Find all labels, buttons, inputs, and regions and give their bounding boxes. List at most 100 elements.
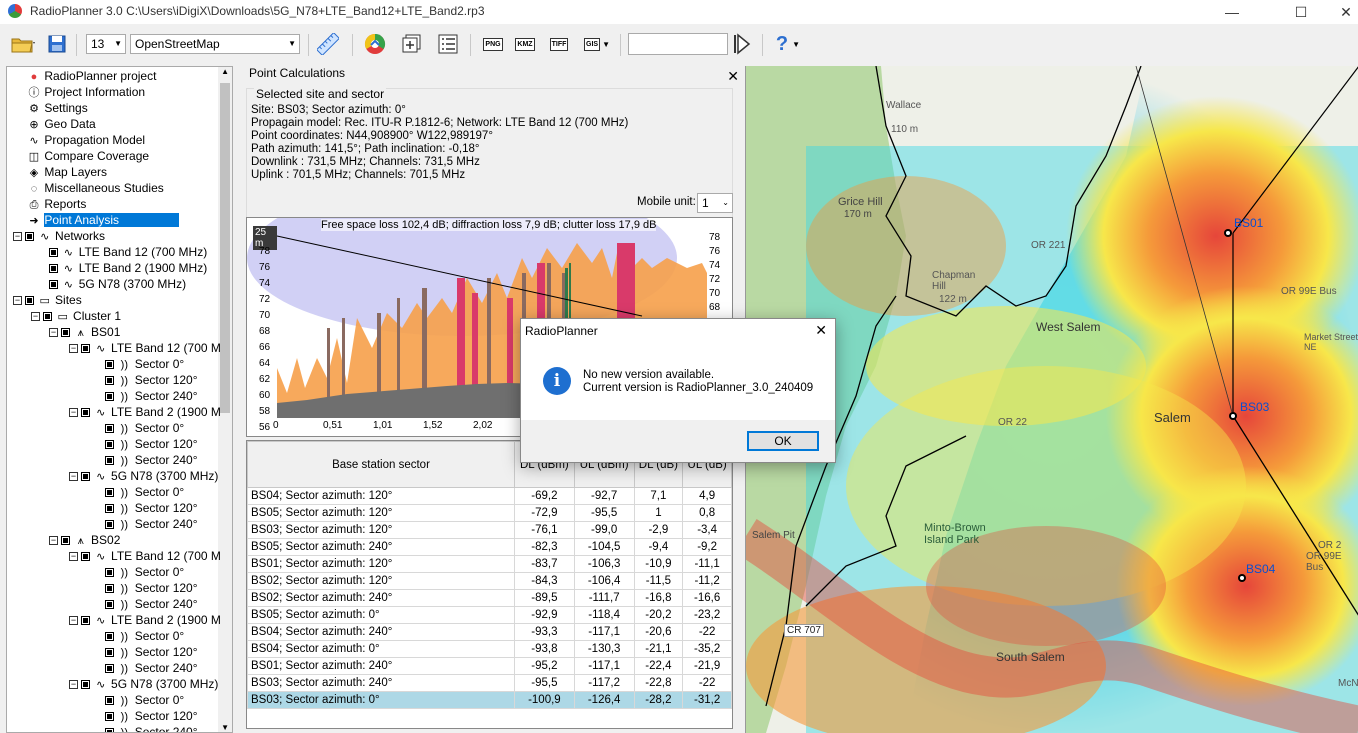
save-button[interactable]: [46, 32, 68, 56]
tree-item-network[interactable]: ∿ LTE Band 12 (700 MHz): [49, 244, 207, 260]
collapse-icon[interactable]: −: [69, 680, 78, 690]
scrollbar-thumb[interactable]: [220, 83, 230, 413]
tree-item-map-layers[interactable]: ◈ Map Layers: [27, 164, 107, 180]
checkbox[interactable]: [81, 408, 91, 418]
site-label-bs01[interactable]: BS01: [1234, 216, 1263, 230]
checkbox[interactable]: [25, 296, 35, 306]
checkbox[interactable]: [105, 632, 114, 642]
tree-item-sector[interactable]: )) Sector 120°: [105, 500, 198, 516]
checkbox[interactable]: [105, 376, 114, 386]
export-kmz-button[interactable]: KMZ: [512, 32, 538, 56]
tree-item-project-information[interactable]: ⓘ Project Information: [27, 84, 146, 100]
table-row[interactable]: BS01; Sector azimuth: 120° -83,7 -106,3 -10…: [247, 555, 732, 573]
export-tiff-button[interactable]: TIFF: [546, 32, 572, 56]
tree-item-site[interactable]: − ⩚ BS02: [49, 532, 120, 548]
table-row[interactable]: BS05; Sector azimuth: 0° -92,9 -118,4 -20,2…: [247, 606, 732, 624]
table-row[interactable]: BS04; Sector azimuth: 240° -93,3 -117,1 -20…: [247, 623, 732, 641]
site-label-bs04[interactable]: BS04: [1246, 562, 1275, 576]
checkbox[interactable]: [105, 504, 114, 514]
collapse-icon[interactable]: −: [69, 344, 78, 354]
checkbox[interactable]: [61, 536, 71, 546]
maximize-button[interactable]: ☐: [1278, 0, 1324, 24]
calculate-button[interactable]: [362, 32, 388, 56]
tree-item-settings[interactable]: ⚙ Settings: [27, 100, 88, 116]
site-label-bs03[interactable]: BS03: [1240, 400, 1269, 414]
checkbox[interactable]: [49, 264, 58, 274]
checkbox[interactable]: [43, 312, 53, 322]
checkbox[interactable]: [105, 488, 114, 498]
tree-item-geo-data[interactable]: ⊕ Geo Data: [27, 116, 95, 132]
tree-item-sector[interactable]: )) Sector 240°: [105, 452, 198, 468]
collapse-icon[interactable]: −: [69, 616, 78, 626]
tree-item-sector[interactable]: )) Sector 240°: [105, 660, 198, 676]
checkbox[interactable]: [105, 712, 114, 722]
table-row[interactable]: BS02; Sector azimuth: 120° -84,3 -106,4 -11…: [247, 572, 732, 590]
tree-item-sector[interactable]: )) Sector 240°: [105, 596, 198, 612]
tree-item-sector[interactable]: )) Sector 0°: [105, 484, 184, 500]
add-item-button[interactable]: [400, 32, 424, 56]
tree-item-point-analysis[interactable]: ➜ Point Analysis: [27, 212, 180, 228]
collapse-icon[interactable]: −: [13, 296, 22, 306]
run-button[interactable]: [732, 32, 752, 56]
close-window-button[interactable]: ✕: [1323, 0, 1358, 24]
tree-item-sector[interactable]: )) Sector 120°: [105, 436, 198, 452]
table-row[interactable]: BS04; Sector azimuth: 0° -93,8 -130,3 -21,1…: [247, 640, 732, 658]
tree-item-sites[interactable]: − ▭ Sites: [13, 292, 82, 308]
collapse-icon[interactable]: −: [69, 552, 78, 562]
collapse-icon[interactable]: −: [49, 328, 58, 338]
tree-item-site-network[interactable]: − ∿ LTE Band 2 (1900 M: [69, 612, 221, 628]
tree-scrollbar[interactable]: ▲ ▼: [218, 67, 232, 732]
dialog-close-icon[interactable]: ✕: [815, 322, 827, 339]
coverage-map[interactable]: Wallace 110 m Grice Hill 170 m Chapman H…: [745, 66, 1358, 733]
tree-item-project[interactable]: ● RadioPlanner project: [27, 68, 157, 84]
checkbox[interactable]: [81, 472, 91, 482]
checkbox[interactable]: [81, 344, 91, 354]
table-row[interactable]: BS05; Sector azimuth: 120° -72,9 -95,5 1 0,8: [247, 504, 732, 522]
checkbox[interactable]: [105, 648, 114, 658]
checkbox[interactable]: [105, 728, 114, 732]
tree-item-sector[interactable]: )) Sector 0°: [105, 420, 184, 436]
tree-item-reports[interactable]: ⎙ Reports: [27, 196, 87, 212]
col-header-sector[interactable]: Base station sector: [247, 441, 515, 488]
tree-item-compare-coverage[interactable]: ◫ Compare Coverage: [27, 148, 149, 164]
checkbox[interactable]: [49, 280, 58, 290]
tree-item-network[interactable]: ∿ 5G N78 (3700 MHz): [49, 276, 186, 292]
map-source-select[interactable]: OpenStreetMap ▼: [130, 34, 300, 54]
checkbox[interactable]: [105, 424, 114, 434]
tree-item-site[interactable]: − ⩚ BS01: [49, 324, 120, 340]
checkbox[interactable]: [105, 696, 114, 706]
tree-item-sector[interactable]: )) Sector 0°: [105, 692, 184, 708]
table-row[interactable]: BS01; Sector azimuth: 240° -95,2 -117,1 -22…: [247, 657, 732, 675]
scroll-down-icon[interactable]: ▼: [221, 723, 229, 732]
list-button[interactable]: [436, 32, 460, 56]
tree-item-sector[interactable]: )) Sector 120°: [105, 644, 198, 660]
tree-item-cluster[interactable]: − ▭ Cluster 1: [31, 308, 121, 324]
export-gis-button[interactable]: GIS ▼: [580, 32, 614, 56]
open-folder-button[interactable]: [8, 32, 38, 56]
table-row[interactable]: BS03; Sector azimuth: 120° -76,1 -99,0 -2,9…: [247, 521, 732, 539]
checkbox[interactable]: [105, 664, 114, 674]
tree-item-sector[interactable]: )) Sector 0°: [105, 356, 184, 372]
checkbox[interactable]: [81, 552, 91, 562]
tree-item-site-network[interactable]: − ∿ 5G N78 (3700 MHz): [69, 468, 218, 484]
mobile-unit-select[interactable]: 1 ⌄: [697, 193, 733, 213]
scroll-up-icon[interactable]: ▲: [221, 67, 229, 76]
collapse-icon[interactable]: −: [69, 408, 78, 418]
tree-item-sector[interactable]: )) Sector 120°: [105, 708, 198, 724]
tree-item-sector[interactable]: )) Sector 120°: [105, 372, 198, 388]
tree-item-sector[interactable]: )) Sector 240°: [105, 516, 198, 532]
close-panel-icon[interactable]: ✕: [727, 68, 739, 85]
table-row[interactable]: BS04; Sector azimuth: 120° -69,2 -92,7 7,1 4…: [247, 487, 732, 505]
ruler-button[interactable]: [315, 32, 341, 56]
tree-item-sector[interactable]: )) Sector 240°: [105, 388, 198, 404]
tree-item-site-network[interactable]: − ∿ LTE Band 2 (1900 M: [69, 404, 221, 420]
checkbox[interactable]: [105, 520, 114, 530]
checkbox[interactable]: [25, 232, 35, 242]
tree-item-miscellaneous-studies[interactable]: ◌ Miscellaneous Studies: [27, 180, 164, 196]
tree-item-sector[interactable]: )) Sector 0°: [105, 628, 184, 644]
tree-item-network[interactable]: ∿ LTE Band 2 (1900 MHz): [49, 260, 207, 276]
checkbox[interactable]: [105, 360, 114, 370]
search-input[interactable]: [628, 33, 728, 55]
help-button[interactable]: ? ▼: [772, 32, 804, 56]
checkbox[interactable]: [105, 584, 114, 594]
